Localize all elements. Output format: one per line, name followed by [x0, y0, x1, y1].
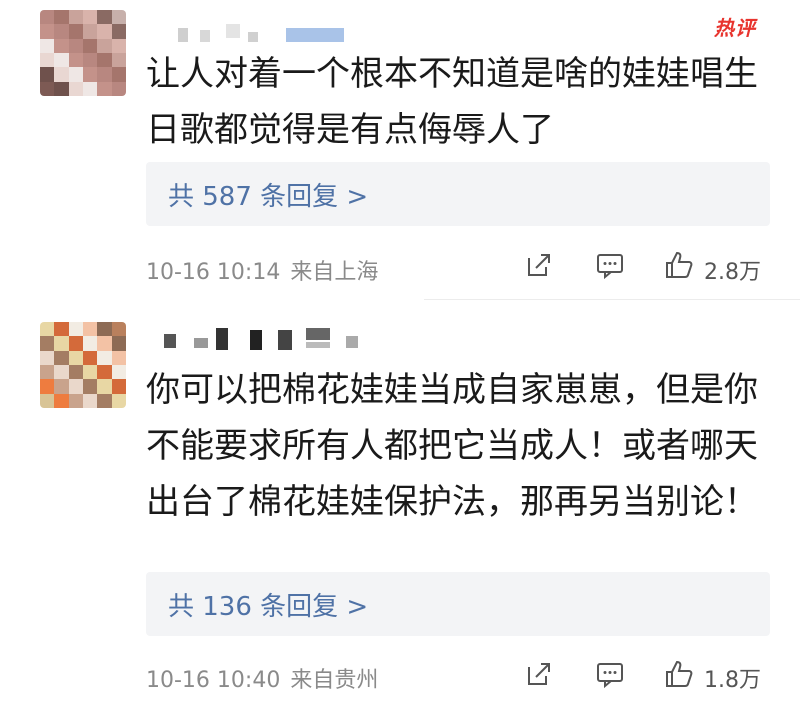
avatar-mosaic-tile	[68, 38, 84, 54]
avatar-mosaic-tile	[97, 38, 113, 54]
avatar-mosaic-tile	[83, 379, 98, 395]
avatar-mosaic-tile	[83, 322, 98, 337]
avatar-mosaic-tile	[83, 38, 98, 54]
avatar-mosaic-tile	[68, 24, 84, 40]
avatar-mosaic-tile	[54, 365, 70, 380]
view-replies-button[interactable]: 共 587 条回复 >	[146, 162, 770, 226]
comment-bubble-icon[interactable]	[595, 659, 625, 689]
avatar-mosaic-tile	[68, 67, 84, 83]
comment-bubble-icon[interactable]	[595, 250, 625, 280]
avatar-mosaic-tile	[68, 365, 84, 380]
avatar-mosaic-tile	[40, 336, 55, 352]
avatar-mosaic-tile	[97, 350, 113, 366]
avatar-mosaic-tile	[68, 350, 84, 366]
avatar-mosaic-tile	[111, 322, 126, 337]
comment-location: 来自贵州	[290, 668, 379, 693]
avatar-mosaic-tile	[40, 38, 55, 54]
avatar-mosaic-tile	[54, 350, 70, 366]
avatar-mosaic-tile	[40, 81, 55, 96]
avatar-mosaic-tile	[83, 67, 98, 83]
view-replies-button[interactable]: 共 136 条回复 >	[146, 572, 770, 636]
avatar-mosaic-tile	[111, 393, 126, 408]
avatar-mosaic-tile	[111, 379, 126, 395]
avatar-mosaic-tile	[97, 24, 113, 40]
like-count: 1.8万	[704, 668, 761, 693]
avatar-mosaic-tile	[54, 53, 70, 68]
like-count: 2.8万	[704, 260, 761, 285]
avatar-mosaic-tile	[97, 379, 113, 395]
avatar-mosaic-tile	[40, 350, 55, 366]
avatar-mosaic-tile	[83, 336, 98, 352]
avatar-mosaic-tile	[68, 81, 84, 96]
avatar-mosaic-tile	[40, 379, 55, 395]
avatar-mosaic-tile	[83, 81, 98, 96]
avatar-mosaic-tile	[83, 10, 98, 25]
avatar-mosaic-tile	[40, 53, 55, 68]
thumbs-up-icon[interactable]	[664, 659, 694, 689]
avatar-mosaic-tile	[111, 24, 126, 40]
avatar-mosaic-tile	[111, 53, 126, 68]
avatar-mosaic-tile	[54, 24, 70, 40]
avatar-mosaic-tile	[111, 10, 126, 25]
avatar-mosaic-tile	[68, 322, 84, 337]
hot-comment-badge: 热评	[714, 16, 756, 40]
avatar-mosaic-tile	[111, 38, 126, 54]
avatar-mosaic-tile	[68, 336, 84, 352]
avatar-mosaic-tile	[40, 322, 55, 337]
avatar-mosaic-tile	[97, 393, 113, 408]
comment-meta: 10-16 10:40 来自贵州	[146, 662, 388, 694]
avatar-mosaic-tile	[83, 365, 98, 380]
avatar-mosaic-tile	[40, 67, 55, 83]
comment-card: 你可以把棉花娃娃当成自家崽崽，但是你不能要求所有人都把它当成人！或者哪天出台了棉…	[0, 300, 800, 704]
avatar-mosaic-tile	[97, 336, 113, 352]
comment-text: 让人对着一个根本不知道是啥的娃娃唱生日歌都觉得是有点侮辱人了	[146, 54, 758, 150]
avatar-mosaic-tile	[68, 53, 84, 68]
avatar-mosaic-tile	[54, 322, 70, 337]
avatar-mosaic-tile	[40, 24, 55, 40]
comment-location: 来自上海	[290, 260, 379, 285]
comment-text: 你可以把棉花娃娃当成自家崽崽，但是你不能要求所有人都把它当成人！或者哪天出台了棉…	[146, 370, 758, 522]
avatar-mosaic-tile	[111, 350, 126, 366]
avatar-mosaic-tile	[97, 10, 113, 25]
avatar-mosaic-tile	[111, 67, 126, 83]
avatar-mosaic-tile	[68, 393, 84, 408]
avatar-mosaic-tile	[54, 10, 70, 25]
avatar-mosaic-tile	[83, 393, 98, 408]
avatar-mosaic-tile	[40, 10, 55, 25]
avatar-mosaic-tile	[40, 393, 55, 408]
avatar-mosaic-tile	[54, 81, 70, 96]
avatar-mosaic-tile	[111, 81, 126, 96]
avatar-mosaic-tile	[54, 38, 70, 54]
avatar[interactable]	[40, 10, 126, 96]
comment-card: 热评 让人对着一个根本不知道是啥的娃娃唱生日歌都觉得是有点侮辱人了 共 587 …	[0, 0, 800, 300]
avatar-mosaic-tile	[97, 53, 113, 68]
avatar-mosaic-tile	[111, 336, 126, 352]
thumbs-up-icon[interactable]	[664, 250, 694, 280]
avatar-mosaic-tile	[68, 379, 84, 395]
avatar-mosaic-tile	[54, 393, 70, 408]
replies-count-label: 共 136 条回复 >	[168, 592, 369, 622]
avatar-mosaic-tile	[68, 10, 84, 25]
comment-date: 10-16 10:40	[146, 668, 281, 693]
replies-count-label: 共 587 条回复 >	[168, 182, 369, 212]
share-square-icon[interactable]	[524, 250, 554, 280]
avatar-mosaic-tile	[40, 365, 55, 380]
avatar-mosaic-tile	[83, 24, 98, 40]
avatar-mosaic-tile	[97, 81, 113, 96]
avatar-mosaic-tile	[97, 322, 113, 337]
avatar-mosaic-tile	[83, 53, 98, 68]
comment-date: 10-16 10:14	[146, 260, 281, 285]
avatar-mosaic-tile	[54, 67, 70, 83]
share-square-icon[interactable]	[524, 659, 554, 689]
avatar-mosaic-tile	[54, 336, 70, 352]
avatar[interactable]	[40, 322, 126, 408]
avatar-mosaic-tile	[111, 365, 126, 380]
comment-meta: 10-16 10:14 来自上海	[146, 254, 388, 286]
avatar-mosaic-tile	[54, 379, 70, 395]
avatar-mosaic-tile	[83, 350, 98, 366]
avatar-mosaic-tile	[97, 365, 113, 380]
avatar-mosaic-tile	[97, 67, 113, 83]
